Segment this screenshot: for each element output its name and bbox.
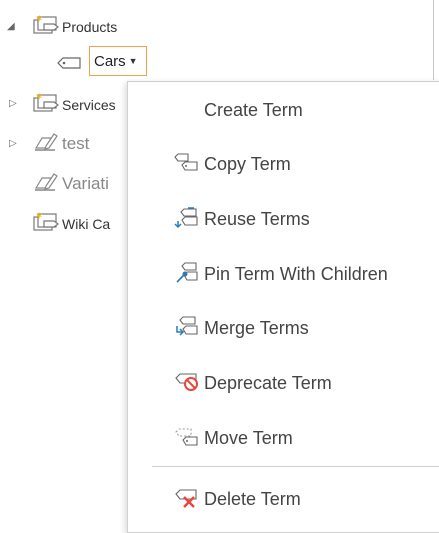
expand-triangle-icon[interactable]: ▷ (9, 98, 17, 109)
tree-node-test[interactable]: test (32, 131, 89, 157)
tree-node-label: Wiki Ca (62, 216, 111, 232)
tree-node-label: test (62, 134, 90, 153)
menu-item-pin-term[interactable]: Pin Term With Children (172, 260, 388, 288)
menu-item-move-term[interactable]: Move Term (172, 424, 293, 452)
merge-terms-icon (172, 314, 204, 343)
term-set-icon: ✶ (32, 13, 62, 42)
menu-item-merge-terms[interactable]: Merge Terms (172, 314, 309, 342)
menu-separator (152, 466, 439, 467)
keyword-set-icon (32, 170, 62, 199)
menu-item-label: Pin Term With Children (204, 263, 388, 284)
menu-item-label: Move Term (204, 427, 293, 448)
term-set-icon: ✶ (32, 91, 62, 120)
svg-text:✶: ✶ (35, 211, 43, 222)
chevron-down-icon[interactable]: ▼ (129, 56, 138, 66)
menu-item-label: Deprecate Term (204, 372, 332, 393)
term-set-icon: ✶ (32, 210, 62, 239)
keyword-set-icon (32, 130, 62, 159)
svg-text:✶: ✶ (35, 14, 43, 25)
deprecate-term-icon (172, 369, 204, 398)
menu-item-label: Copy Term (204, 153, 291, 174)
move-term-icon (172, 424, 204, 453)
tree-node-label: Products (62, 19, 118, 35)
tree-node-variations[interactable]: Variati (32, 171, 109, 197)
menu-item-delete-term[interactable]: Delete Term (172, 485, 301, 513)
copy-term-icon (172, 151, 204, 178)
menu-item-reuse-terms[interactable]: Reuse Terms (172, 205, 310, 233)
collapse-triangle-icon[interactable]: ◢ (7, 21, 15, 32)
menu-item-label: Reuse Terms (204, 208, 310, 229)
tree-node-products[interactable]: ✶ Products (32, 14, 117, 40)
context-menu: Create Term Copy Term Reuse Terms Pin Te… (127, 81, 439, 533)
tree-node-label: Services (62, 97, 116, 113)
panel-divider (433, 0, 434, 80)
delete-term-icon (172, 485, 204, 514)
expand-triangle-icon[interactable]: ▷ (9, 138, 17, 149)
tree-node-label: Variati (62, 174, 109, 193)
term-tag-icon (56, 55, 82, 76)
svg-text:✶: ✶ (35, 92, 43, 103)
pin-term-icon (172, 260, 204, 289)
tree-node-cars-icon-wrap (56, 54, 82, 76)
tree-node-wiki[interactable]: ✶ Wiki Ca (32, 211, 110, 237)
tree-node-cars[interactable]: Cars ▼ (89, 46, 147, 76)
menu-item-copy-term[interactable]: Copy Term (172, 150, 291, 178)
menu-item-deprecate-term[interactable]: Deprecate Term (172, 369, 332, 397)
menu-item-create-term[interactable]: Create Term (204, 96, 303, 124)
menu-item-label: Create Term (204, 99, 303, 120)
menu-item-label: Merge Terms (204, 317, 309, 338)
tree-node-services[interactable]: ✶ Services (32, 92, 116, 118)
reuse-terms-icon (172, 205, 204, 234)
menu-item-label: Delete Term (204, 488, 301, 509)
tree-node-label: Cars (94, 52, 126, 70)
